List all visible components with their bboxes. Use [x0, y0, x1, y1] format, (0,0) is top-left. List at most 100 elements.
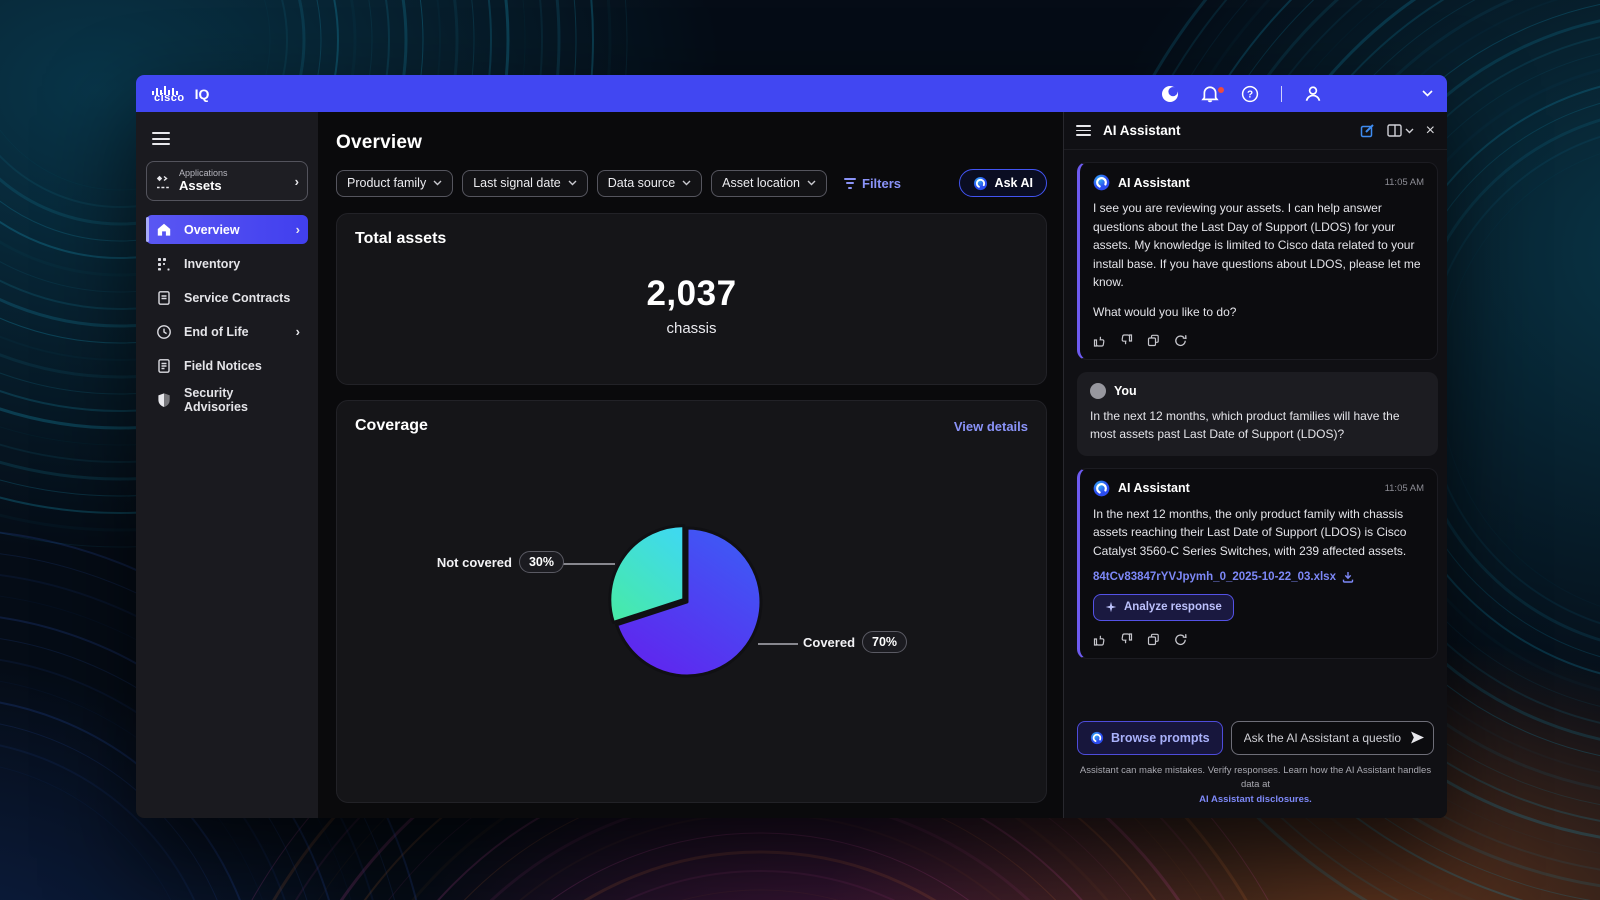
funnel-icon: [844, 178, 856, 189]
attachment-filename: 84tCv83847rYVJpymh_0_2025-10-22_03.xlsx: [1093, 571, 1336, 583]
send-icon[interactable]: [1410, 730, 1425, 745]
message-sender: AI Assistant: [1118, 176, 1190, 190]
main-content: Overview Product family Last signal date…: [318, 112, 1063, 818]
top-bar: cisco IQ ?: [136, 75, 1447, 112]
message-timestamp: 11:05 AM: [1385, 483, 1424, 494]
browse-prompts-button[interactable]: Browse prompts: [1077, 721, 1223, 755]
cisco-logo-text: cisco: [154, 93, 185, 104]
ai-logo-icon: [1090, 731, 1104, 745]
sidebar-item-service-contracts[interactable]: Service Contracts: [146, 283, 308, 312]
view-details-link[interactable]: View details: [954, 419, 1028, 434]
filter-label: Last signal date: [473, 176, 561, 190]
regenerate-icon[interactable]: [1174, 334, 1187, 347]
browse-prompts-label: Browse prompts: [1111, 731, 1210, 745]
user-avatar: [1090, 383, 1106, 399]
regenerate-icon[interactable]: [1174, 633, 1187, 646]
chat-messages: AI Assistant 11:05 AM I see you are revi…: [1064, 150, 1447, 671]
copy-icon[interactable]: [1147, 334, 1160, 347]
panel-menu-icon[interactable]: [1076, 125, 1091, 136]
chevron-down-icon: [807, 180, 816, 186]
notifications-bell-icon[interactable]: [1201, 85, 1219, 103]
user-account-icon[interactable]: [1304, 85, 1322, 103]
sidebar-item-inventory[interactable]: Inventory: [146, 249, 308, 278]
download-icon: [1342, 571, 1354, 583]
ai-message: AI Assistant 11:05 AM In the next 12 mon…: [1077, 468, 1438, 659]
sidebar-item-security-advisories[interactable]: Security Advisories: [146, 385, 308, 414]
attachment-link[interactable]: 84tCv83847rYVJpymh_0_2025-10-22_03.xlsx: [1093, 571, 1424, 583]
chevron-down-icon: [568, 180, 577, 186]
filter-row: Product family Last signal date Data sou…: [336, 169, 1047, 197]
new-chat-icon[interactable]: [1360, 123, 1375, 138]
ai-avatar-icon: [1093, 174, 1110, 191]
notification-dot: [1218, 87, 1224, 93]
ask-question-input[interactable]: [1231, 721, 1434, 755]
assistant-disclaimer: Assistant can make mistakes. Verify resp…: [1064, 764, 1447, 808]
sidebar-item-label: Security Advisories: [184, 386, 300, 414]
sidebar-item-label: Overview: [184, 223, 284, 237]
callout-value-badge: 70%: [862, 631, 907, 653]
chevron-down-icon: [682, 180, 691, 186]
home-icon: [156, 222, 172, 238]
app-window: cisco IQ ?: [136, 75, 1447, 818]
ai-message: AI Assistant 11:05 AM I see you are revi…: [1077, 162, 1438, 360]
applications-icon: [155, 173, 171, 189]
sidebar-item-label: Service Contracts: [184, 291, 300, 305]
ai-panel-title: AI Assistant: [1103, 123, 1181, 138]
ask-ai-button[interactable]: Ask AI: [959, 169, 1047, 197]
analyze-response-label: Analyze response: [1124, 601, 1222, 613]
filter-product-family[interactable]: Product family: [336, 170, 453, 197]
coverage-title: Coverage: [355, 417, 428, 435]
ai-logo-icon: [973, 176, 988, 191]
notice-document-icon: [156, 358, 172, 374]
callout-line-covered: [758, 643, 798, 645]
coverage-card: Coverage View details Not covered 30% Co…: [336, 400, 1047, 803]
analyze-response-button[interactable]: Analyze response: [1093, 594, 1234, 621]
ai-avatar-icon: [1093, 480, 1110, 497]
filters-button[interactable]: Filters: [844, 176, 901, 191]
dock-panel-icon[interactable]: [1387, 124, 1414, 137]
app-switcher[interactable]: Applications Assets ›: [146, 161, 308, 201]
thumbs-up-icon[interactable]: [1093, 334, 1106, 347]
brand-text: IQ: [195, 86, 210, 102]
chevron-right-icon: ›: [295, 174, 299, 189]
thumbs-down-icon[interactable]: [1120, 633, 1133, 646]
message-text: What would you like to do?: [1093, 303, 1424, 322]
filter-last-signal-date[interactable]: Last signal date: [462, 170, 588, 197]
message-timestamp: 11:05 AM: [1385, 177, 1424, 188]
callout-value-badge: 30%: [519, 551, 564, 573]
ask-ai-label: Ask AI: [995, 176, 1033, 190]
sidebar-item-field-notices[interactable]: Field Notices: [146, 351, 308, 380]
close-panel-icon[interactable]: ×: [1426, 123, 1435, 139]
total-assets-value: 2,037: [646, 274, 736, 314]
chevron-right-icon: ›: [296, 222, 300, 237]
message-actions: [1093, 334, 1424, 347]
desktop-background: cisco IQ ?: [0, 0, 1600, 900]
filters-label: Filters: [862, 176, 901, 191]
callout-line-not-covered: [563, 563, 615, 565]
chevron-right-icon: ›: [296, 324, 300, 339]
callout-label: Covered: [803, 635, 855, 650]
sidebar-nav: Overview › Inventory: [146, 215, 308, 414]
thumbs-down-icon[interactable]: [1120, 334, 1133, 347]
message-sender: AI Assistant: [1118, 481, 1190, 495]
topbar-chevron-down-icon[interactable]: [1422, 90, 1433, 97]
copy-icon[interactable]: [1147, 633, 1160, 646]
thumbs-up-icon[interactable]: [1093, 633, 1106, 646]
sidebar-menu-toggle[interactable]: [152, 132, 170, 145]
svg-text:?: ?: [1247, 89, 1253, 100]
total-assets-card: Total assets 2,037 chassis: [336, 213, 1047, 385]
filter-data-source[interactable]: Data source: [597, 170, 702, 197]
filter-asset-location[interactable]: Asset location: [711, 170, 827, 197]
help-icon[interactable]: ?: [1241, 85, 1259, 103]
ai-panel-header: AI Assistant ×: [1064, 112, 1447, 150]
sidebar-item-end-of-life[interactable]: End of Life ›: [146, 317, 308, 346]
disclosures-link[interactable]: AI Assistant disclosures.: [1199, 794, 1312, 805]
app-switcher-label: Assets: [179, 179, 228, 194]
message-actions: [1093, 633, 1424, 646]
sidebar-item-overview[interactable]: Overview ›: [146, 215, 308, 244]
sidebar-item-label: End of Life: [184, 325, 284, 339]
ai-assistant-toggle-icon[interactable]: [1161, 85, 1179, 103]
clock-icon: [156, 324, 172, 340]
coverage-pie-chart: [596, 511, 778, 693]
callout-covered: Covered 70%: [803, 631, 907, 653]
